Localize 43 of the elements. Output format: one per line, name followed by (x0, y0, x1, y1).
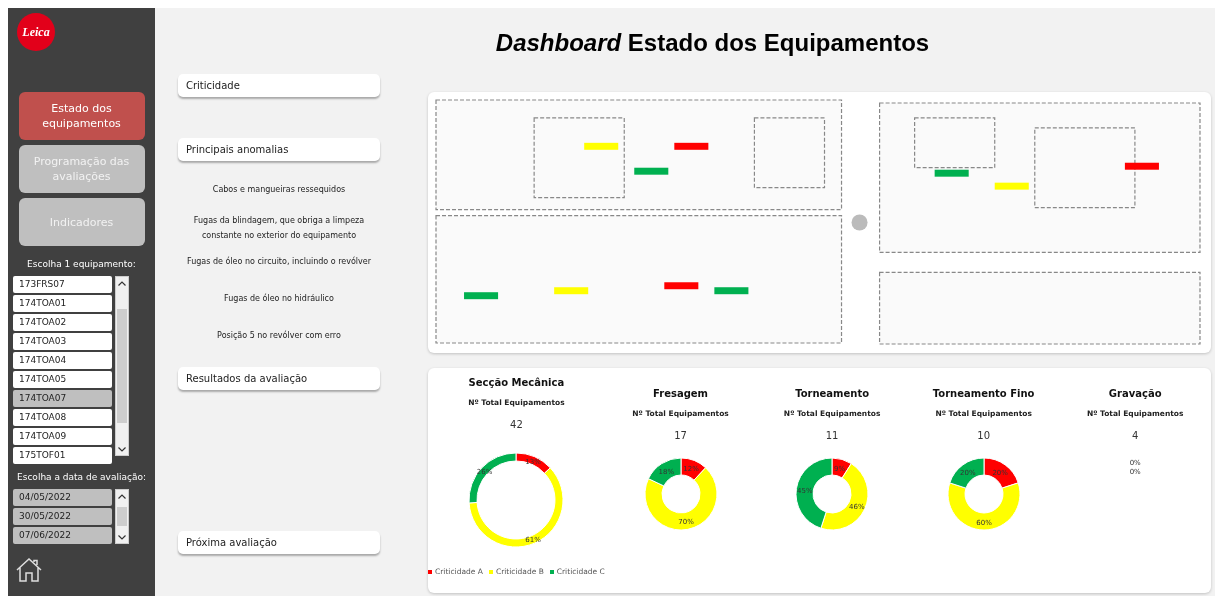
chart-title: Secção Mecânica (468, 377, 565, 388)
slicer-item[interactable]: 174TOA07 (13, 390, 112, 407)
slicer-item[interactable]: 174TOA02 (13, 314, 112, 331)
equipment-count: 11 (825, 430, 839, 441)
section-header: Resultados da avaliação (178, 367, 380, 390)
anomaly-text: Cabos e mangueiras ressequidos (211, 184, 347, 196)
equipment-count: 10 (977, 430, 991, 441)
slicer-item[interactable]: 30/05/2022 (13, 508, 112, 525)
filter-label: Escolha 1 equipamento: (27, 259, 136, 269)
legend-marker (488, 569, 493, 574)
scroll-bar[interactable] (115, 489, 129, 544)
chart-title: Torneamento Fino (932, 388, 1035, 399)
section-header: Próxima avaliação (178, 531, 380, 554)
anomaly-text: Fugas de óleo no hidráulico (223, 292, 335, 305)
chart-title: Fresagem (653, 388, 709, 399)
legend-marker (428, 569, 432, 574)
anomaly-text: Posição 5 no revólver com erro (216, 329, 342, 342)
nav-button[interactable]: Estado dos equipamentos (18, 92, 145, 140)
scroll-bar[interactable] (115, 276, 129, 456)
slicer-item[interactable]: 174TOA09 (13, 428, 112, 445)
logo: Leica (17, 13, 55, 51)
section-header: Principais anomalias (178, 138, 380, 161)
slicer-item[interactable]: 174TOA03 (13, 333, 112, 350)
slicer-item[interactable]: 173FRS07 (13, 276, 112, 293)
slicer-item[interactable]: 174TOA05 (13, 371, 112, 388)
slicer-item[interactable]: 174TOA04 (13, 352, 112, 369)
slicer-item[interactable]: 07/06/2022 (13, 527, 112, 544)
slicer-item[interactable]: 174TOA01 (13, 295, 112, 312)
slicer-item[interactable]: 174TOA08 (13, 409, 112, 426)
anomaly-text: Fugas de óleo no circuito, incluindo o revólver (185, 255, 373, 268)
legend-marker (549, 569, 554, 574)
chart-title: Gravação (1108, 388, 1162, 399)
equipment-count: 42 (510, 419, 523, 430)
slicer-item[interactable]: 175TOF01 (13, 447, 112, 464)
slicer-item[interactable]: 04/05/2022 (13, 489, 112, 506)
filter-label: Escolha a data de avaliação: (17, 472, 146, 482)
home-icon[interactable] (16, 558, 42, 582)
equipment-count: 17 (674, 430, 687, 441)
dashboard-title: Dashboard Estado dos Equipamentos (495, 29, 930, 57)
section-header: Criticidade (178, 74, 380, 97)
anomaly-text: Fugas da blindagem, que obriga a limpeza constante no exterior do equipamento (192, 215, 366, 242)
equipment-count: 4 (1132, 430, 1139, 441)
chart-title: Torneamento (795, 388, 870, 399)
